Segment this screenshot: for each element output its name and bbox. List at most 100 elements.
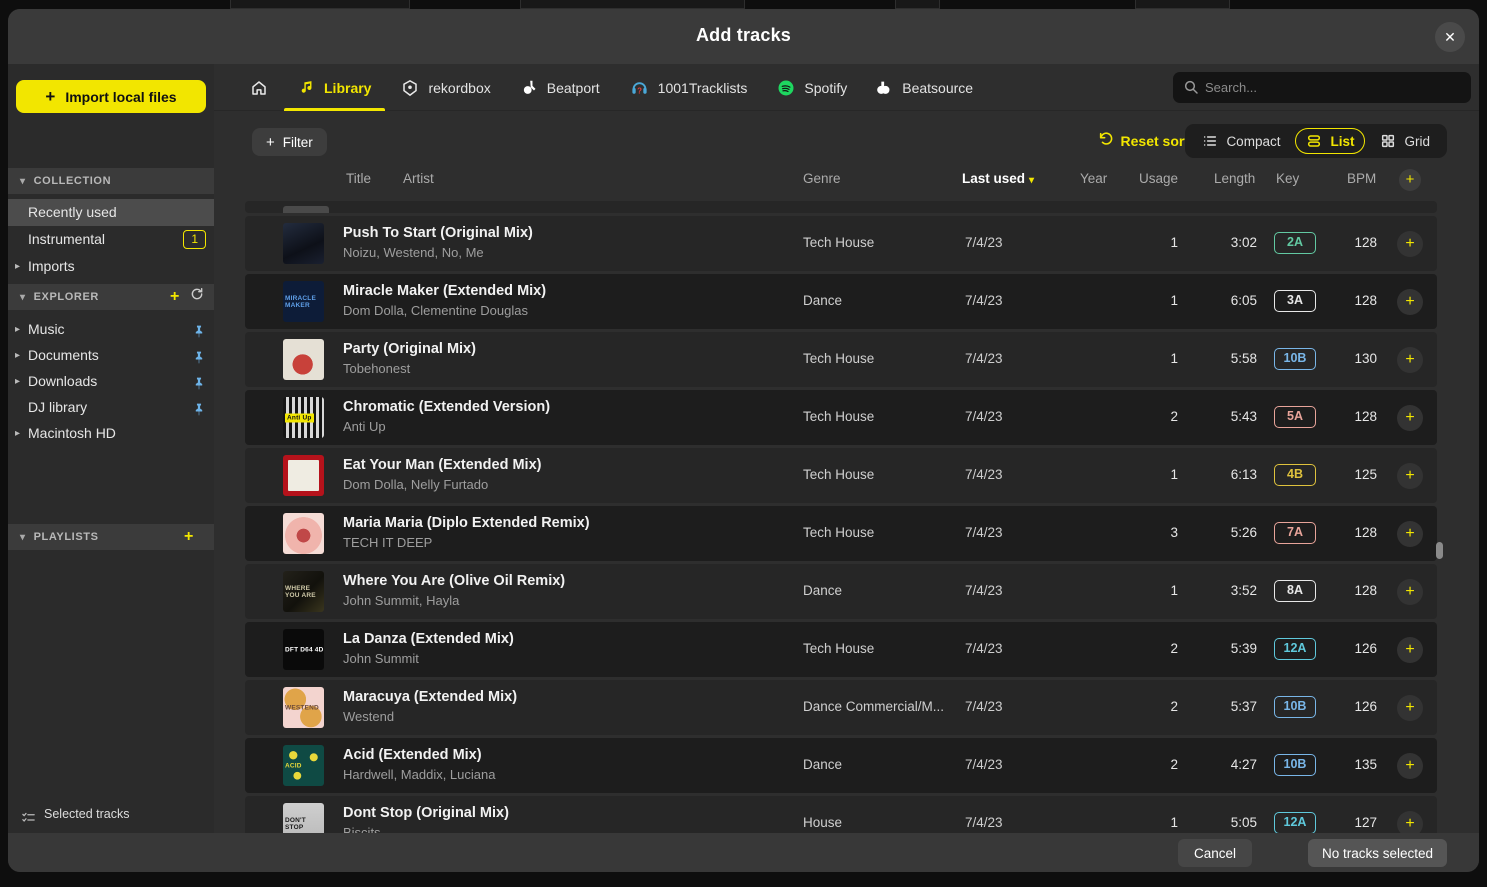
- add-track-button[interactable]: +: [1397, 289, 1423, 315]
- rekordbox-icon: [401, 79, 419, 97]
- track-row[interactable]: MIRACLE MAKERMiracle Maker (Extended Mix…: [245, 274, 1437, 329]
- track-row[interactable]: Party (Original Mix)TobehonestTech House…: [245, 332, 1437, 387]
- track-row[interactable]: WHERE YOU AREWhere You Are (Olive Oil Re…: [245, 564, 1437, 619]
- track-row[interactable]: DFT D64 4DLa Danza (Extended Mix)John Su…: [245, 622, 1437, 677]
- track-row[interactable]: WESTENDMaracuya (Extended Mix)WestendDan…: [245, 680, 1437, 735]
- track-bpm: 128: [1317, 525, 1377, 540]
- column-header-bpm[interactable]: BPM: [1347, 171, 1376, 186]
- column-header-last-used[interactable]: Last used▾: [962, 171, 1034, 186]
- track-key-badge: 10B: [1274, 754, 1316, 776]
- background-window-element: [520, 0, 745, 9]
- tab-rekordbox[interactable]: rekordbox: [399, 64, 492, 111]
- track-list: Push To Start (Original Mix)Noizu, Weste…: [245, 201, 1437, 834]
- track-key-badge: 4B: [1274, 464, 1316, 486]
- undo-icon: [1098, 131, 1114, 150]
- sidebar-item-imports[interactable]: ▸Imports: [8, 253, 214, 280]
- sidebar-item-documents[interactable]: ▸Documents: [8, 342, 214, 369]
- add-track-button[interactable]: +: [1397, 521, 1423, 547]
- track-length: 5:26: [1187, 525, 1257, 540]
- tab-library[interactable]: Library: [296, 64, 373, 111]
- track-last-used: 7/4/23: [965, 699, 1003, 714]
- album-art-text: ACID: [285, 762, 302, 769]
- sidebar-item-downloads[interactable]: ▸Downloads: [8, 368, 214, 395]
- chevron-right-icon: ▸: [15, 316, 20, 343]
- refresh-icon[interactable]: [190, 285, 204, 311]
- sidebar-item-recently-used[interactable]: Recently used: [8, 199, 214, 226]
- selected-tracks-button[interactable]: Selected tracks: [8, 800, 214, 829]
- track-row[interactable]: Push To Start (Original Mix)Noizu, Weste…: [245, 216, 1437, 271]
- track-row[interactable]: DON'T STOPDont Stop (Original Mix)Biscit…: [245, 796, 1437, 834]
- tab-home[interactable]: [248, 64, 270, 111]
- view-list-button[interactable]: List: [1295, 128, 1365, 154]
- add-track-button[interactable]: +: [1397, 347, 1423, 373]
- tab-beatsource[interactable]: Beatsource: [875, 64, 975, 111]
- sidebar-item-label: DJ library: [28, 399, 87, 415]
- album-art: WHERE YOU ARE: [283, 571, 324, 612]
- track-usage: 1: [1098, 293, 1178, 308]
- vertical-scrollbar[interactable]: [1436, 542, 1443, 559]
- add-track-button[interactable]: +: [1397, 637, 1423, 663]
- column-header-usage[interactable]: Usage: [1139, 171, 1178, 186]
- sidebar-item-music[interactable]: ▸Music: [8, 316, 214, 343]
- add-track-button[interactable]: +: [1397, 405, 1423, 431]
- tab-1001tracklists[interactable]: ? 1001Tracklists: [628, 64, 750, 111]
- column-header-length[interactable]: Length: [1214, 171, 1255, 186]
- partial-track-row[interactable]: [245, 201, 1437, 213]
- add-track-button[interactable]: +: [1397, 463, 1423, 489]
- column-header-genre[interactable]: Genre: [803, 171, 841, 186]
- explorer-section-header[interactable]: ▾EXPLORER +: [8, 284, 214, 310]
- album-art: [283, 455, 324, 496]
- track-key-badge: 5A: [1274, 406, 1316, 428]
- column-header-year[interactable]: Year: [1080, 171, 1107, 186]
- album-art: [283, 513, 324, 554]
- track-row[interactable]: ACIDAcid (Extended Mix)Hardwell, Maddix,…: [245, 738, 1437, 793]
- add-track-button[interactable]: +: [1397, 231, 1423, 257]
- view-compact-button[interactable]: Compact: [1191, 128, 1291, 154]
- track-row[interactable]: Eat Your Man (Extended Mix)Dom Dolla, Ne…: [245, 448, 1437, 503]
- add-playlist-icon[interactable]: +: [184, 528, 194, 545]
- spotify-icon: [777, 79, 795, 97]
- add-column-button[interactable]: +: [1399, 169, 1421, 191]
- track-genre: Tech House: [803, 409, 958, 424]
- add-track-button[interactable]: +: [1397, 753, 1423, 779]
- svg-text:?: ?: [637, 86, 642, 95]
- album-art-text: WESTEND: [285, 704, 319, 711]
- column-header-artist[interactable]: Artist: [403, 171, 434, 186]
- add-track-button[interactable]: +: [1397, 811, 1423, 834]
- sidebar-item-macintosh-hd[interactable]: ▸Macintosh HD: [8, 420, 214, 447]
- track-artists: Tobehonest: [343, 361, 410, 376]
- track-genre: Tech House: [803, 525, 958, 540]
- reset-sort-button[interactable]: Reset sort: [1098, 131, 1189, 150]
- track-length: 3:02: [1187, 235, 1257, 250]
- playlists-section-header[interactable]: ▾PLAYLISTS +: [8, 524, 214, 550]
- close-icon[interactable]: ✕: [1435, 22, 1465, 52]
- tab-label: 1001Tracklists: [658, 80, 748, 96]
- sidebar-item-label: Macintosh HD: [28, 425, 116, 441]
- track-title: Party (Original Mix): [343, 341, 476, 357]
- add-explorer-icon[interactable]: +: [170, 288, 180, 305]
- track-row[interactable]: Anti UpChromatic (Extended Version)Anti …: [245, 390, 1437, 445]
- import-local-files-button[interactable]: +Import local files: [16, 80, 206, 113]
- sidebar-item-dj-library[interactable]: DJ library: [8, 394, 214, 421]
- track-genre: House: [803, 815, 958, 830]
- sidebar-item-instrumental[interactable]: Instrumental1: [8, 226, 214, 253]
- track-usage: 2: [1098, 409, 1178, 424]
- add-track-button[interactable]: +: [1397, 695, 1423, 721]
- tab-beatport[interactable]: Beatport: [519, 64, 602, 111]
- cancel-button[interactable]: Cancel: [1178, 839, 1252, 867]
- view-grid-button[interactable]: Grid: [1369, 128, 1441, 154]
- tab-spotify[interactable]: Spotify: [775, 64, 849, 111]
- column-header-title[interactable]: Title: [346, 171, 371, 186]
- background-window-element: [1135, 0, 1230, 9]
- track-bpm: 135: [1317, 757, 1377, 772]
- collection-section-header[interactable]: ▾COLLECTION: [8, 168, 214, 194]
- column-header-key[interactable]: Key: [1276, 171, 1299, 186]
- no-tracks-selected-button[interactable]: No tracks selected: [1308, 839, 1447, 867]
- search-input[interactable]: [1205, 72, 1463, 103]
- track-last-used: 7/4/23: [965, 467, 1003, 482]
- add-track-button[interactable]: +: [1397, 579, 1423, 605]
- filter-button[interactable]: +Filter: [252, 128, 327, 156]
- track-usage: 1: [1098, 467, 1178, 482]
- track-row[interactable]: Maria Maria (Diplo Extended Remix)TECH I…: [245, 506, 1437, 561]
- track-artists: TECH IT DEEP: [343, 535, 432, 550]
